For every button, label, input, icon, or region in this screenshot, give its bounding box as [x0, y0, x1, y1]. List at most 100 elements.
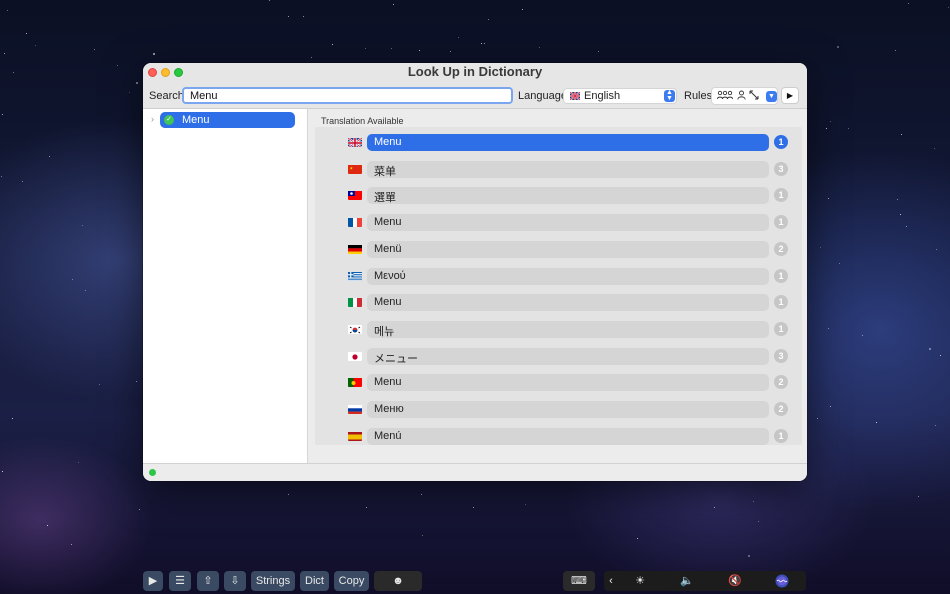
translation-text: Μενού	[374, 269, 406, 282]
translation-row[interactable]: Menu 1	[315, 210, 802, 236]
translation-row[interactable]: Menú 1	[315, 424, 802, 450]
mute-icon[interactable]: 🔇	[720, 571, 750, 591]
translation-row[interactable]: 메뉴 1	[315, 317, 802, 343]
language-label: Language	[518, 90, 567, 102]
translation-row[interactable]: ★ 菜单 3	[315, 157, 802, 183]
count-badge: 1	[774, 268, 788, 283]
download-icon: ⇩	[230, 575, 240, 587]
kr-flag-icon	[348, 324, 362, 334]
touchbar-download-button[interactable]: ⇩	[224, 571, 246, 591]
touchbar-list-button[interactable]: ☰	[169, 571, 191, 591]
rules-label: Rules	[684, 90, 713, 102]
translation-field[interactable]: Menü	[367, 240, 769, 258]
translation-field[interactable]: メニュー	[367, 347, 769, 365]
disclosure-chevron-icon[interactable]: ›	[151, 114, 154, 124]
list-icon: ☰	[175, 575, 185, 587]
keyboard-icon: ⌨	[571, 575, 587, 587]
translation-text: Menú	[374, 429, 402, 442]
dict-button[interactable]: Dict	[300, 571, 329, 591]
count-badge: 1	[774, 135, 788, 149]
translation-row[interactable]: Μενού 1	[315, 264, 802, 290]
touchbar-play-button[interactable]: ▶	[143, 571, 163, 591]
window-title: Look Up in Dictionary	[407, 64, 543, 79]
search-input[interactable]	[182, 87, 513, 104]
person-icon[interactable]	[737, 90, 746, 103]
gr-flag-icon	[348, 271, 362, 281]
run-button[interactable]: ▶	[781, 87, 799, 104]
translation-field[interactable]: Menu	[367, 214, 769, 232]
translation-field[interactable]: Menú	[367, 427, 769, 445]
expand-icon[interactable]	[749, 90, 759, 103]
siri-icon[interactable]	[770, 571, 794, 591]
it-flag-icon	[348, 297, 362, 308]
count-badge: 1	[774, 215, 788, 230]
search-label: Search	[149, 90, 184, 102]
translation-text: Меню	[374, 403, 404, 415]
count-badge: 1	[774, 428, 788, 443]
translation-text: 메뉴	[374, 325, 395, 338]
upload-icon: ⇧	[203, 575, 213, 587]
translation-row[interactable]: Menu 2	[315, 370, 802, 396]
brightness-icon[interactable]: ☀	[624, 571, 656, 591]
translation-text: Menu	[374, 216, 402, 229]
translation-field[interactable]: Μενού	[367, 267, 769, 285]
count-badge: 2	[774, 375, 788, 390]
translation-row[interactable]: メニュー 3	[315, 344, 802, 370]
keyboard-button[interactable]: ⌨	[563, 571, 595, 591]
uk-flag-icon	[348, 137, 362, 147]
zoom-button[interactable]	[174, 68, 183, 77]
language-value: English	[584, 90, 621, 102]
translation-text: Menu	[374, 376, 402, 389]
translation-field[interactable]: Меню	[367, 401, 769, 418]
translation-text: Menu	[374, 296, 402, 309]
translation-field[interactable]: Menu	[367, 134, 769, 151]
close-button[interactable]	[148, 68, 157, 77]
status-indicator	[149, 469, 156, 476]
translation-row[interactable]: Menu 1	[315, 130, 802, 156]
count-badge: 1	[774, 321, 788, 336]
fr-flag-icon	[348, 217, 362, 228]
tw-flag-icon	[348, 190, 362, 201]
chevron-down-icon[interactable]: ▼	[766, 91, 777, 102]
play-icon: ▶	[148, 575, 158, 587]
translation-field[interactable]: Menu	[367, 374, 769, 392]
translation-field[interactable]: Menu	[367, 294, 769, 312]
translation-row[interactable]: Menü 2	[315, 237, 802, 263]
translation-field[interactable]: 選單	[367, 187, 769, 205]
translation-text: メニュー	[374, 352, 418, 365]
translation-field[interactable]: 메뉴	[367, 320, 769, 338]
checkmark-icon: ✓	[164, 115, 174, 125]
de-flag-icon	[348, 244, 362, 254]
copy-button[interactable]: Copy	[334, 571, 369, 591]
translation-row[interactable]: 選單 1	[315, 183, 802, 209]
sidebar-item-menu[interactable]: ✓ Menu	[160, 112, 295, 128]
pt-flag-icon	[348, 377, 362, 388]
titlebar: Look Up in Dictionary	[143, 63, 807, 83]
translation-text: 菜单	[374, 165, 396, 178]
rules-control[interactable]: ▼	[711, 87, 778, 105]
section-header: Translation Available	[321, 116, 404, 126]
count-badge: 3	[774, 161, 788, 176]
translation-row[interactable]: Меню 2	[315, 397, 802, 423]
translation-field[interactable]: 菜单	[367, 160, 769, 178]
volume-icon[interactable]: 🔈	[672, 571, 702, 591]
translation-text: Menu	[374, 136, 402, 148]
touchbar-upload-button[interactable]: ⇧	[197, 571, 219, 591]
play-icon: ▶	[786, 91, 794, 100]
language-select[interactable]: English ▲ ▼	[563, 88, 677, 104]
count-badge: 1	[774, 295, 788, 310]
uk-flag-icon	[570, 92, 580, 100]
emoji-button[interactable]: ☻	[374, 571, 422, 591]
chevron-left-icon[interactable]: ‹	[604, 571, 618, 591]
strings-button[interactable]: Strings	[251, 571, 295, 591]
translation-list: Menu 1 ★ 菜单 3 選單 1 Menu 1 Menü 2 Μενού 1 Menu 1 메뉴 1 メニュー…	[315, 127, 802, 445]
minimize-button[interactable]	[161, 68, 170, 77]
ru-flag-icon	[348, 404, 362, 414]
svg-text:★: ★	[350, 165, 354, 170]
touch-bar: ▶ ☰ ⇧ ⇩ Strings Dict Copy ☻ ⌨ ‹ ☀ 🔈 🔇	[0, 568, 950, 594]
translation-row[interactable]: Menu 1	[315, 290, 802, 316]
cn-flag-icon: ★	[348, 164, 362, 174]
chevron-updown-icon: ▲ ▼	[664, 89, 675, 102]
group-icon[interactable]	[717, 90, 733, 103]
count-badge: 2	[774, 402, 788, 416]
